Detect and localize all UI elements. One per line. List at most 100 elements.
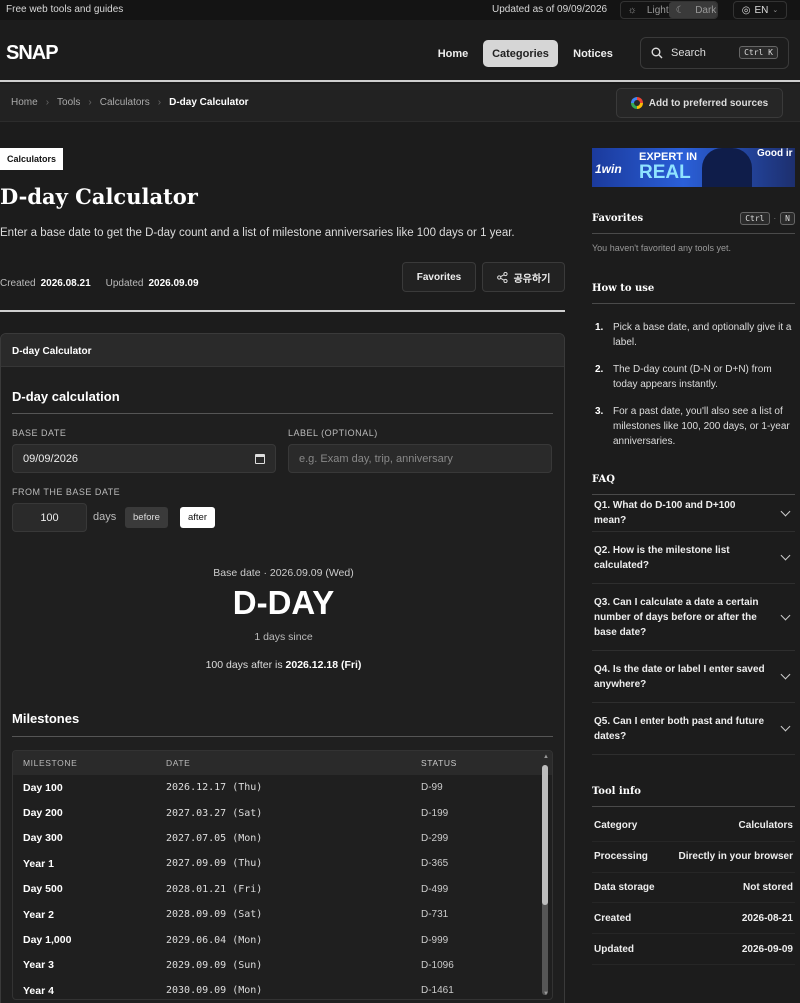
updated-notice: Updated as of 09/09/2026 bbox=[492, 4, 608, 15]
faq-list: Q1. What do D-100 and D+100 mean? Q2. How… bbox=[592, 495, 795, 755]
days-unit: days bbox=[93, 511, 117, 523]
date-cell: 2027.03.27 (Sat) bbox=[166, 807, 263, 819]
favorites-button[interactable]: Favorites bbox=[402, 262, 476, 292]
date-cell: 2029.06.04 (Mon) bbox=[166, 934, 263, 946]
breadcrumb-calculators[interactable]: Calculators bbox=[100, 97, 150, 108]
toolinfo-row: Processing Directly in your browser bbox=[592, 842, 795, 873]
search-label: Search bbox=[671, 47, 706, 59]
milestone-cell: Year 4 bbox=[23, 984, 54, 997]
status-cell: D-499 bbox=[421, 883, 449, 895]
theme-light-option[interactable]: ☼ Light bbox=[621, 2, 669, 18]
faq-item[interactable]: Q4. Is the date or label I enter saved a… bbox=[592, 651, 795, 703]
created-value: 2026.08.21 bbox=[40, 278, 91, 289]
result-base-date: Base date · 2026.09.09 (Wed) bbox=[213, 567, 354, 579]
calendar-icon[interactable] bbox=[255, 454, 265, 464]
table-row: Year 3 2029.09.09 (Sun) D-1096 bbox=[13, 953, 552, 978]
table-scrollbar[interactable] bbox=[542, 765, 548, 995]
date-cell: 2029.09.09 (Sun) bbox=[166, 959, 263, 971]
step-number: 3. bbox=[595, 406, 604, 417]
table-row: Day 300 2027.07.05 (Mon) D-299 bbox=[13, 826, 552, 851]
theme-toggle[interactable]: ☼ Light ☾ Dark bbox=[620, 1, 718, 19]
toolinfo-key: Created bbox=[594, 912, 632, 924]
status-cell: D-731 bbox=[421, 909, 449, 921]
status-cell: D-199 bbox=[421, 807, 449, 819]
toolinfo-list: Category Calculators Processing Directly in… bbox=[592, 811, 795, 965]
table-row: Year 4 2030.09.09 (Mon) D-1461 bbox=[13, 978, 552, 999]
theme-light-label: Light bbox=[646, 4, 669, 16]
after-toggle[interactable]: after bbox=[180, 507, 216, 528]
date-cell: 2027.07.05 (Mon) bbox=[166, 832, 263, 844]
toolinfo-value: Calculators bbox=[738, 820, 793, 832]
table-row: Day 500 2028.01.21 (Fri) D-499 bbox=[13, 877, 552, 902]
table-row: Day 100 2026.12.17 (Thu) D-99 bbox=[13, 775, 552, 800]
nav-categories[interactable]: Categories bbox=[483, 40, 558, 67]
theme-dark-option[interactable]: ☾ Dark bbox=[669, 2, 717, 18]
search-icon bbox=[651, 47, 663, 59]
days-input[interactable]: 100 bbox=[12, 503, 87, 532]
kbd-separator: · bbox=[773, 214, 777, 223]
faq-item[interactable]: Q1. What do D-100 and D+100 mean? bbox=[592, 495, 795, 532]
ad-text-2: REAL bbox=[639, 162, 691, 183]
language-select[interactable]: ◎ EN ⌄ bbox=[733, 1, 787, 19]
column-milestone: MILESTONE bbox=[23, 758, 78, 768]
divider bbox=[592, 303, 795, 304]
date-cell: 2028.09.09 (Sat) bbox=[166, 909, 263, 921]
milestone-cell: Day 500 bbox=[23, 883, 63, 896]
share-label: 공유하기 bbox=[513, 273, 551, 285]
howto-panel: How to use 1. Pick a base date, and optio… bbox=[592, 283, 795, 461]
status-cell: D-299 bbox=[421, 832, 449, 844]
faq-question: Q2. How is the milestone list calculated… bbox=[594, 544, 730, 571]
faq-item[interactable]: Q3. Can I calculate a date a certain num… bbox=[592, 584, 795, 651]
breadcrumb-separator: › bbox=[45, 97, 50, 108]
toolinfo-value: 2026-09-09 bbox=[741, 943, 793, 955]
before-toggle[interactable]: before bbox=[125, 507, 168, 528]
faq-question: Q4. Is the date or label I enter saved a… bbox=[594, 663, 765, 690]
breadcrumb-bar: Home › Tools › Calculators › D-day Calcu… bbox=[0, 84, 800, 122]
date-cell: 2027.09.09 (Thu) bbox=[166, 858, 263, 870]
step-text: For a past date, you'll also see a list … bbox=[613, 406, 790, 447]
nav-home[interactable]: Home bbox=[430, 40, 476, 67]
language-label: EN bbox=[754, 4, 769, 16]
google-icon bbox=[630, 97, 643, 109]
chevron-down-icon bbox=[780, 506, 791, 516]
howto-step: 3. For a past date, you'll also see a lis… bbox=[595, 404, 795, 449]
add-preferred-sources-button[interactable]: Add to preferred sources bbox=[616, 88, 783, 118]
chevron-down-icon bbox=[780, 669, 791, 680]
share-button[interactable]: 공유하기 bbox=[482, 262, 565, 292]
breadcrumb-home[interactable]: Home bbox=[11, 97, 38, 108]
scroll-up-icon[interactable]: ▲ bbox=[543, 754, 549, 760]
breadcrumb: Home › Tools › Calculators › D-day Calcu… bbox=[11, 97, 249, 108]
calc-section-title: D-day calculation bbox=[12, 389, 120, 404]
faq-panel: FAQ Q1. What do D-100 and D+100 mean? Q2.… bbox=[592, 474, 795, 755]
scrollbar-thumb[interactable] bbox=[542, 765, 548, 905]
category-badge[interactable]: Calculators bbox=[0, 148, 64, 170]
column-date: DATE bbox=[166, 758, 191, 768]
ad-banner[interactable]: 1win EXPERT IN REAL Good ir bbox=[592, 148, 795, 187]
toolinfo-key: Category bbox=[594, 820, 638, 832]
chevron-down-icon bbox=[780, 550, 791, 561]
howto-title: How to use bbox=[592, 283, 655, 294]
chevron-down-icon bbox=[780, 610, 791, 620]
toolinfo-row: Updated 2026-09-09 bbox=[592, 934, 795, 965]
table-body: Day 100 2026.12.17 (Thu) D-99 Day 200 2027.0… bbox=[13, 775, 552, 999]
favorites-empty: You haven't favorited any tools yet. bbox=[592, 243, 731, 253]
scroll-down-icon[interactable]: ▼ bbox=[543, 991, 549, 997]
updated-value: 2026.09.09 bbox=[148, 278, 199, 289]
favorites-panel: Favorites Ctrl · N You haven't favorited… bbox=[592, 212, 795, 253]
faq-item[interactable]: Q2. How is the milestone list calculated… bbox=[592, 532, 795, 584]
updated-label: Updated bbox=[105, 278, 144, 289]
label-input[interactable]: e.g. Exam day, trip, anniversary bbox=[288, 444, 552, 473]
nav-notices[interactable]: Notices bbox=[566, 40, 620, 67]
status-cell: D-1461 bbox=[421, 985, 454, 997]
faq-item[interactable]: Q5. Can I enter both past and future dat… bbox=[592, 703, 795, 755]
toolinfo-value: Directly in your browser bbox=[678, 851, 793, 863]
toolinfo-title: Tool info bbox=[592, 786, 641, 797]
site-logo[interactable]: SNAP bbox=[6, 42, 59, 65]
howto-step: 1. Pick a base date, and optionally give … bbox=[595, 320, 795, 350]
result-after-prefix: 100 days after is bbox=[205, 659, 283, 671]
search-button[interactable]: Search Ctrl K bbox=[640, 37, 789, 69]
base-date-input[interactable]: 09/09/2026 bbox=[12, 444, 276, 473]
faq-question: Q5. Can I enter both past and future dat… bbox=[594, 715, 765, 742]
globe-icon: ◎ bbox=[741, 4, 751, 16]
breadcrumb-tools[interactable]: Tools bbox=[57, 97, 80, 108]
